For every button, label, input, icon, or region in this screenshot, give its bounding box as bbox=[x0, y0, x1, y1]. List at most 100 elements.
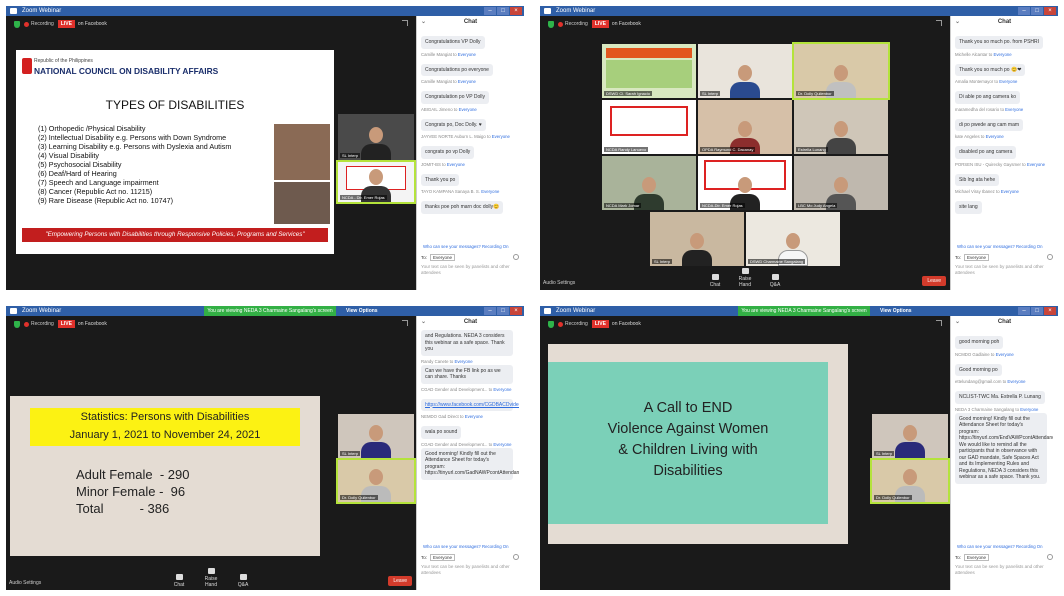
facebook-link[interactable]: https://www.facebook.com/CGDBACDvideos/2… bbox=[421, 398, 519, 411]
video-tile[interactable]: DSWD Charmaine Sangalang bbox=[746, 212, 840, 266]
slide-title-box: A Call to END Violence Against Women & C… bbox=[548, 362, 828, 524]
chat-messages[interactable]: good morning poh NCMDO Gadlaine to Every… bbox=[955, 330, 1053, 544]
maximize-button[interactable]: □ bbox=[1031, 7, 1043, 15]
chevron-down-icon[interactable]: ⌄ bbox=[421, 316, 426, 328]
maximize-button[interactable]: □ bbox=[497, 307, 509, 315]
video-tile[interactable]: Dr. Dolly Quilenbor bbox=[870, 458, 950, 504]
event-banner bbox=[606, 48, 692, 58]
minimize-button[interactable]: – bbox=[484, 7, 496, 15]
expand-icon[interactable] bbox=[402, 20, 408, 26]
chat-button[interactable]: Chat bbox=[702, 274, 728, 288]
emoji-icon[interactable] bbox=[513, 554, 519, 560]
video-tile[interactable]: Dr. Dolly Quilenbor bbox=[336, 458, 416, 504]
to-selector: To: Everyone bbox=[421, 554, 456, 561]
to-selector: To: Everyone bbox=[421, 254, 456, 261]
video-tile[interactable]: SL Interp bbox=[338, 114, 414, 160]
who-can-see-link[interactable]: Who can see your messages? Recording On bbox=[957, 244, 1043, 249]
video-tile[interactable]: NCDA Randy Lanuevo bbox=[602, 100, 696, 154]
video-tile[interactable]: NCDA - Dir. Emer Rojas bbox=[336, 160, 416, 204]
close-button[interactable]: × bbox=[1044, 307, 1056, 315]
chat-messages[interactable]: and Regulations. NEDA 3 considers this w… bbox=[421, 330, 519, 544]
zoom-icon bbox=[544, 8, 551, 14]
chat-message: JOMIT-BS to Everyone Thank you po bbox=[421, 162, 519, 186]
recipient-dropdown[interactable]: Everyone bbox=[964, 554, 990, 561]
facebook-label[interactable]: on Facebook bbox=[78, 321, 107, 327]
chevron-down-icon[interactable]: ⌄ bbox=[421, 16, 426, 28]
expand-icon[interactable] bbox=[936, 320, 942, 326]
who-can-see-link[interactable]: Who can see your messages? Recording On bbox=[957, 544, 1043, 549]
video-tile[interactable]: NCDA-Dir. Emer Rojas bbox=[698, 156, 792, 210]
recipient-dropdown[interactable]: Everyone bbox=[430, 254, 456, 261]
leave-button[interactable]: Leave bbox=[388, 576, 412, 586]
qa-button[interactable]: Q&A bbox=[230, 574, 256, 588]
slide-line: Disabilities bbox=[653, 463, 723, 479]
record-icon bbox=[558, 21, 563, 27]
close-button[interactable]: × bbox=[510, 307, 522, 315]
live-badge[interactable]: LIVE bbox=[57, 320, 75, 328]
record-icon bbox=[24, 321, 29, 327]
qa-icon bbox=[239, 574, 247, 580]
live-badge[interactable]: LIVE bbox=[591, 20, 609, 28]
emoji-icon[interactable] bbox=[513, 254, 519, 260]
emoji-icon[interactable] bbox=[1047, 554, 1053, 560]
video-tile[interactable]: DSWD Cl. Sarah Ignacio bbox=[602, 44, 696, 98]
video-tile[interactable]: Estrella Lunang bbox=[794, 100, 888, 154]
qa-button[interactable]: Q&A bbox=[762, 274, 788, 288]
video-tile[interactable]: SL Interp bbox=[698, 44, 792, 98]
chat-messages[interactable]: Thank you so much po. from PSHRI Michell… bbox=[955, 30, 1053, 244]
chat-button[interactable]: Chat bbox=[166, 574, 192, 588]
video-tile[interactable]: SL Interp bbox=[872, 414, 948, 458]
participant-figure bbox=[730, 65, 760, 98]
close-button[interactable]: × bbox=[510, 7, 522, 15]
video-tile[interactable]: SL Interp bbox=[338, 414, 414, 458]
facebook-label[interactable]: on Facebook bbox=[78, 21, 107, 27]
view-options-button[interactable]: View Options bbox=[880, 306, 912, 316]
facebook-label[interactable]: on Facebook bbox=[612, 21, 641, 27]
recording-label: Recording bbox=[31, 321, 54, 327]
minimize-button[interactable]: – bbox=[484, 307, 496, 315]
chat-input[interactable]: Your text can be seen by panelists and o… bbox=[421, 564, 517, 576]
participant-figure bbox=[826, 121, 856, 154]
shared-slide: Republic of the Philippines NATIONAL COU… bbox=[16, 50, 334, 254]
audio-settings[interactable]: Audio Settings bbox=[543, 280, 575, 286]
view-options-button[interactable]: View Options bbox=[346, 306, 378, 316]
video-tile[interactable]: OPDA Raymund C. Dacanay bbox=[698, 100, 792, 154]
audio-settings[interactable]: Audio Settings bbox=[9, 580, 41, 586]
chat-panel: ⌄ Chat Thank you so much po. from PSHRI M… bbox=[950, 16, 1058, 290]
chat-input[interactable]: Your text can be seen by panelists and o… bbox=[955, 564, 1051, 576]
chat-header: ⌄ Chat bbox=[951, 16, 1058, 28]
expand-icon[interactable] bbox=[402, 320, 408, 326]
chevron-down-icon[interactable]: ⌄ bbox=[955, 316, 960, 328]
leave-button[interactable]: Leave bbox=[922, 276, 946, 286]
chat-input[interactable]: Your text can be seen by panelists and o… bbox=[421, 264, 517, 276]
chat-messages[interactable]: Congratulations VP Dolly Camille Mangiat… bbox=[421, 30, 519, 244]
minimize-button[interactable]: – bbox=[1018, 7, 1030, 15]
chat-message: Michelle Alcantar to Everyone Thank you s… bbox=[955, 52, 1053, 76]
expand-icon[interactable] bbox=[936, 20, 942, 26]
who-can-see-link[interactable]: Who can see your messages? Recording On bbox=[423, 544, 509, 549]
maximize-button[interactable]: □ bbox=[497, 7, 509, 15]
live-badge[interactable]: LIVE bbox=[591, 320, 609, 328]
raise-hand-button[interactable]: Raise Hand bbox=[732, 268, 758, 288]
chat-message: ABIGAIL Jimeno to Everyone Congrats po, D… bbox=[421, 107, 519, 131]
list-item: (4) Visual Disability bbox=[38, 151, 99, 160]
live-badge[interactable]: LIVE bbox=[57, 20, 75, 28]
facebook-label[interactable]: on Facebook bbox=[612, 321, 641, 327]
raise-hand-button[interactable]: Raise Hand bbox=[198, 568, 224, 588]
video-tile[interactable]: Dr. Dolly Quilenbor bbox=[792, 42, 890, 100]
who-can-see-link[interactable]: Who can see your messages? Recording On bbox=[423, 244, 509, 249]
close-button[interactable]: × bbox=[1044, 7, 1056, 15]
chat-message: Amalia Montemayor to Everyone Di able po … bbox=[955, 79, 1053, 104]
chat-input[interactable]: Your text can be seen by panelists and o… bbox=[955, 264, 1051, 276]
video-tile[interactable]: NCDA Mark Jomar bbox=[602, 156, 696, 210]
chat-panel: ⌄ Chat Congratulations VP Dolly Camille M… bbox=[416, 16, 524, 290]
minimize-button[interactable]: – bbox=[1018, 307, 1030, 315]
chevron-down-icon[interactable]: ⌄ bbox=[955, 16, 960, 28]
recipient-dropdown[interactable]: Everyone bbox=[430, 554, 456, 561]
video-tile[interactable]: LBC Mo Judy Angela bbox=[794, 156, 888, 210]
maximize-button[interactable]: □ bbox=[1031, 307, 1043, 315]
ncda-banner bbox=[610, 106, 688, 136]
recipient-dropdown[interactable]: Everyone bbox=[964, 254, 990, 261]
emoji-icon[interactable] bbox=[1047, 254, 1053, 260]
video-tile[interactable]: SL Interp bbox=[650, 212, 744, 266]
